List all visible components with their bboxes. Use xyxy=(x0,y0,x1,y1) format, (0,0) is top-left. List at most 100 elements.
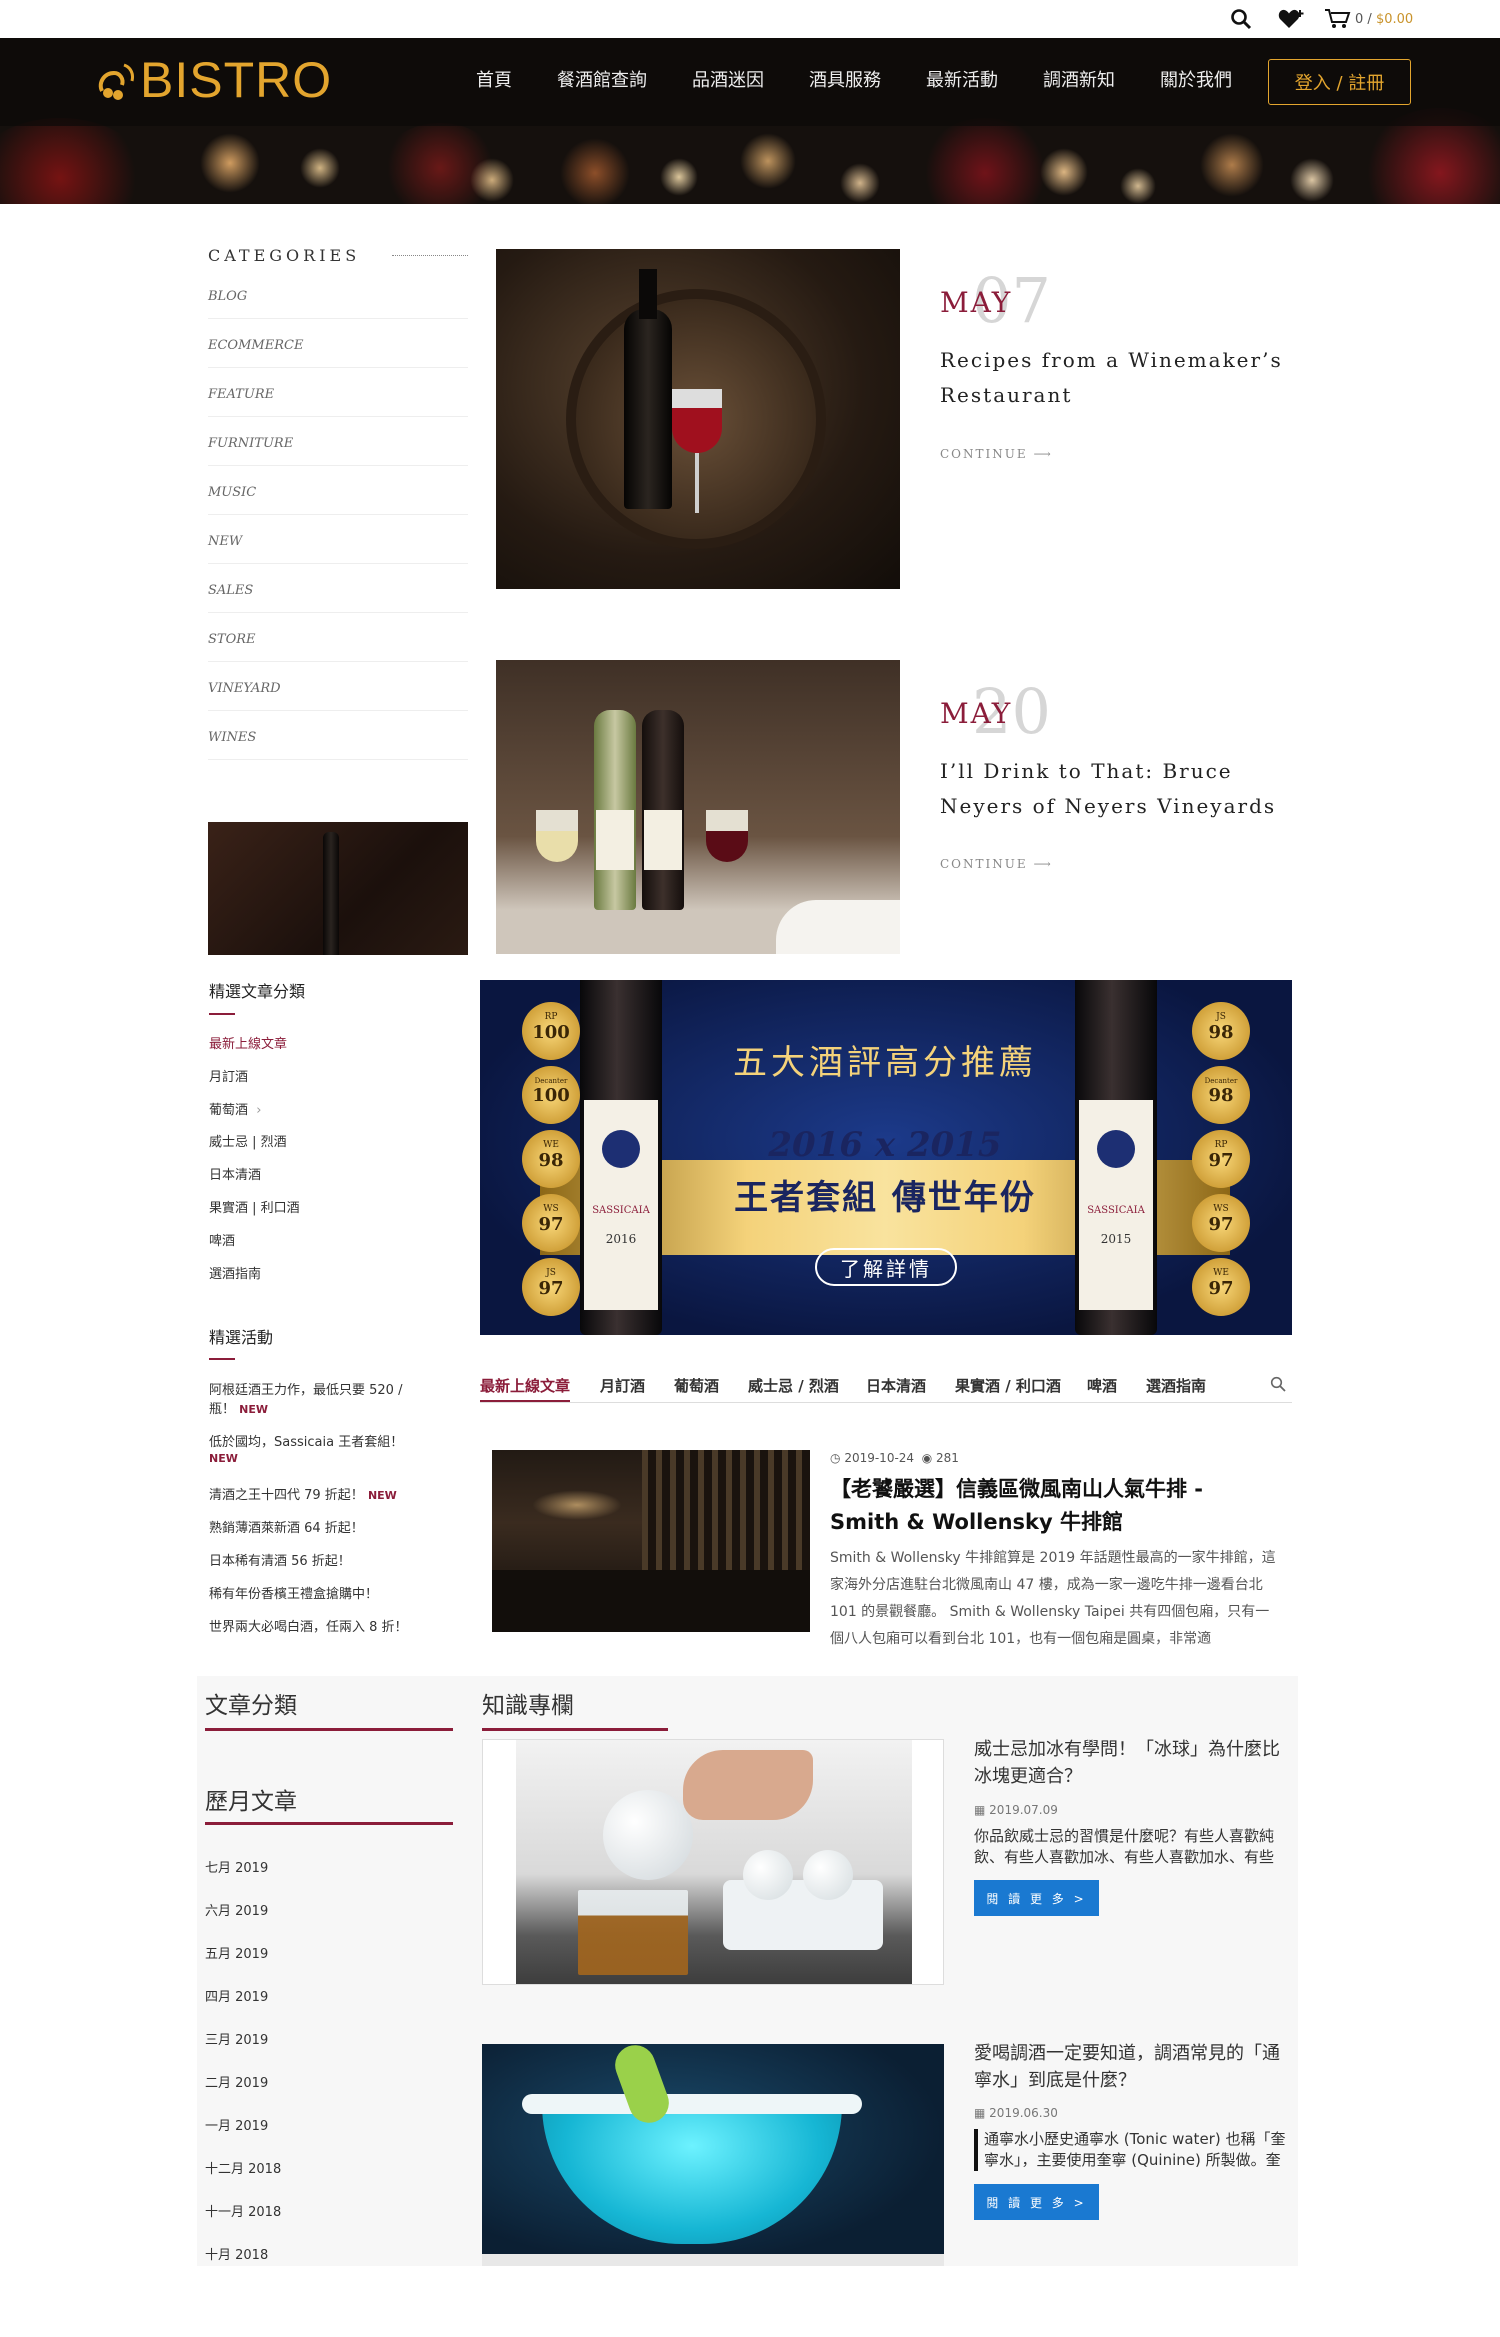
featured-category-link[interactable]: 葡萄酒 › xyxy=(209,1099,261,1118)
archive-link[interactable]: 七月 2019 xyxy=(205,1857,268,1876)
archive-link[interactable]: 五月 2019 xyxy=(205,1943,268,1962)
event-link[interactable]: 熟銷薄酒萊新酒 64 折起！ xyxy=(209,1517,364,1536)
nav-bistro-search[interactable]: 餐酒館查詢 xyxy=(557,66,647,92)
site-logo[interactable]: BISTRO xyxy=(94,52,332,108)
knowledge-date: ▦ 2019.06.30 xyxy=(974,2106,1058,2120)
score-medal: WS 97 xyxy=(1192,1194,1250,1252)
cart-total[interactable]: 0 / $0.00 xyxy=(1355,7,1413,31)
score-medal: WS 97 xyxy=(522,1194,580,1252)
event-link[interactable]: 稀有年份香檳王禮盒搶購中！ xyxy=(209,1583,378,1602)
tab-sake[interactable]: 日本清酒 xyxy=(866,1375,926,1396)
tab-whisky-spirits[interactable]: 威士忌 / 烈酒 xyxy=(748,1375,839,1396)
login-register-button[interactable]: 登入 / 註冊 xyxy=(1268,59,1411,105)
featured-category-link[interactable]: 月訂酒 xyxy=(209,1066,248,1085)
category-item[interactable]: NEW xyxy=(208,515,468,564)
knowledge-image-ice-ball[interactable] xyxy=(482,1739,944,1985)
grape-logo-icon xyxy=(98,63,134,100)
featured-category-link[interactable]: 選酒指南 xyxy=(209,1263,261,1282)
score-medal: WE 98 xyxy=(522,1130,580,1188)
event-link[interactable]: 低於國均，Sassicaia 王者套組！ xyxy=(209,1431,403,1450)
section-rule xyxy=(209,1013,235,1015)
category-item[interactable]: STORE xyxy=(208,613,468,662)
archive-link[interactable]: 一月 2019 xyxy=(205,2115,268,2134)
heading-rule xyxy=(482,1728,668,1731)
tab-beer[interactable]: 啤酒 xyxy=(1087,1375,1117,1396)
post-title[interactable]: I’ll Drink to That: Bruce Neyers of Neye… xyxy=(940,754,1300,824)
featured-category-link[interactable]: 最新上線文章 xyxy=(209,1033,287,1052)
event-link[interactable]: 世界兩大必喝白酒，任兩入 8 折！ xyxy=(209,1616,408,1635)
nav-home[interactable]: 首頁 xyxy=(476,66,512,92)
categories-divider xyxy=(392,255,468,256)
heading-rule xyxy=(205,1822,453,1825)
tab-wine[interactable]: 葡萄酒 xyxy=(674,1375,719,1396)
featured-category-link[interactable]: 啤酒 xyxy=(209,1230,235,1249)
featured-category-link[interactable]: 日本清酒 xyxy=(209,1164,261,1183)
new-badge-row: NEW xyxy=(209,1451,238,1466)
article-title[interactable]: 【老饕嚴選】信義區微風南山人氣牛排 - Smith & Wollensky 牛排… xyxy=(830,1473,1250,1539)
knowledge-image-tonic-cocktail[interactable] xyxy=(482,2044,944,2266)
banner-headline: 五大酒評高分推薦 xyxy=(733,1043,1037,1083)
archive-link[interactable]: 二月 2019 xyxy=(205,2072,268,2091)
archive-link[interactable]: 十二月 2018 xyxy=(205,2158,281,2177)
nav-wine-memes[interactable]: 品酒迷因 xyxy=(692,66,764,92)
continue-label: CONTINUE xyxy=(940,447,1028,461)
nav-cocktail-news[interactable]: 調酒新知 xyxy=(1043,66,1115,92)
knowledge-title[interactable]: 威士忌加冰有學問！「冰球」為什麼比冰塊更適合？ xyxy=(974,1736,1289,1790)
wishlist-heart-icon[interactable] xyxy=(1278,7,1306,31)
category-item[interactable]: WINES xyxy=(208,711,468,760)
sidebar-wine-image[interactable] xyxy=(208,822,468,955)
banner-subline: 王者套組 傳世年份 xyxy=(734,1178,1036,1218)
eye-icon: ◉ xyxy=(921,1451,933,1465)
bottle-year-left: 2016 xyxy=(605,1232,637,1246)
read-more-button[interactable]: 閱 讀 更 多 > xyxy=(974,2184,1099,2220)
featured-category-link[interactable]: 果實酒 | 利口酒 xyxy=(209,1197,300,1216)
event-link-label: 清酒之王十四代 79 折起！ xyxy=(209,1488,364,1503)
featured-category-link[interactable]: 威士忌 | 烈酒 xyxy=(209,1131,287,1150)
banner-cta-button[interactable]: 了解詳情 xyxy=(815,1248,957,1286)
archive-link[interactable]: 六月 2019 xyxy=(205,1900,268,1919)
knowledge-title[interactable]: 愛喝調酒一定要知道，調酒常見的「通寧水」到底是什麼？ xyxy=(974,2040,1289,2094)
category-item[interactable]: BLOG xyxy=(208,270,468,319)
knowledge-date: ▦ 2019.07.09 xyxy=(974,1803,1058,1817)
article-meta: ◷ 2019-10-24 ◉ 281 xyxy=(830,1451,959,1465)
continue-link[interactable]: CONTINUE ⟶ xyxy=(940,857,1053,871)
category-item[interactable]: ECOMMERCE xyxy=(208,319,468,368)
archive-link[interactable]: 十一月 2018 xyxy=(205,2201,281,2220)
continue-link[interactable]: CONTINUE ⟶ xyxy=(940,447,1053,461)
archive-link[interactable]: 四月 2019 xyxy=(205,1986,268,2005)
post-image-wine-cellar[interactable] xyxy=(496,249,900,589)
post-title[interactable]: Recipes from a Winemaker’s Restaurant xyxy=(940,343,1300,413)
nav-barware-services[interactable]: 酒具服務 xyxy=(809,66,881,92)
category-item[interactable]: FEATURE xyxy=(208,368,468,417)
continue-label: CONTINUE xyxy=(940,857,1028,871)
article-views: 281 xyxy=(936,1451,959,1465)
event-link[interactable]: 阿根廷酒王力作，最低只要 520 / xyxy=(209,1379,402,1398)
promo-banner[interactable]: SASSICAIA 2016 SASSICAIA 2015 RP 100 Deca… xyxy=(480,980,1292,1335)
article-image-steakhouse[interactable] xyxy=(492,1450,810,1632)
read-more-button[interactable]: 閱 讀 更 多 > xyxy=(974,1880,1099,1916)
category-item[interactable]: MUSIC xyxy=(208,466,468,515)
post-image-wine-bottles[interactable] xyxy=(496,660,900,954)
banner-years: 2016 x 2015 xyxy=(768,1125,1002,1165)
event-link[interactable]: 清酒之王十四代 79 折起！ NEW xyxy=(209,1484,397,1503)
arrow-right-icon: ⟶ xyxy=(1033,447,1053,461)
archive-link[interactable]: 三月 2019 xyxy=(205,2029,268,2048)
cart-amount: $0.00 xyxy=(1375,11,1414,27)
category-item[interactable]: VINEYARD xyxy=(208,662,468,711)
search-icon[interactable] xyxy=(1230,7,1252,31)
tab-latest[interactable]: 最新上線文章 xyxy=(480,1375,570,1396)
category-item[interactable]: FURNITURE xyxy=(208,417,468,466)
category-item[interactable]: SALES xyxy=(208,564,468,613)
nav-latest-events[interactable]: 最新活動 xyxy=(926,66,998,92)
tab-search-icon[interactable] xyxy=(1270,1376,1286,1396)
tab-fruit-liqueur[interactable]: 果實酒 / 利口酒 xyxy=(955,1375,1061,1396)
tab-monthly-wine[interactable]: 月訂酒 xyxy=(600,1375,645,1396)
knowledge-date-text: 2019.07.09 xyxy=(989,1803,1058,1817)
new-badge: NEW xyxy=(209,1452,238,1465)
cart-icon[interactable] xyxy=(1324,7,1352,31)
event-link-cont[interactable]: 瓶！ NEW xyxy=(209,1398,268,1417)
nav-about-us[interactable]: 關於我們 xyxy=(1160,66,1232,92)
event-link[interactable]: 日本稀有清酒 56 折起！ xyxy=(209,1550,351,1569)
tab-wine-guide[interactable]: 選酒指南 xyxy=(1146,1375,1206,1396)
archive-link[interactable]: 十月 2018 xyxy=(205,2244,268,2263)
